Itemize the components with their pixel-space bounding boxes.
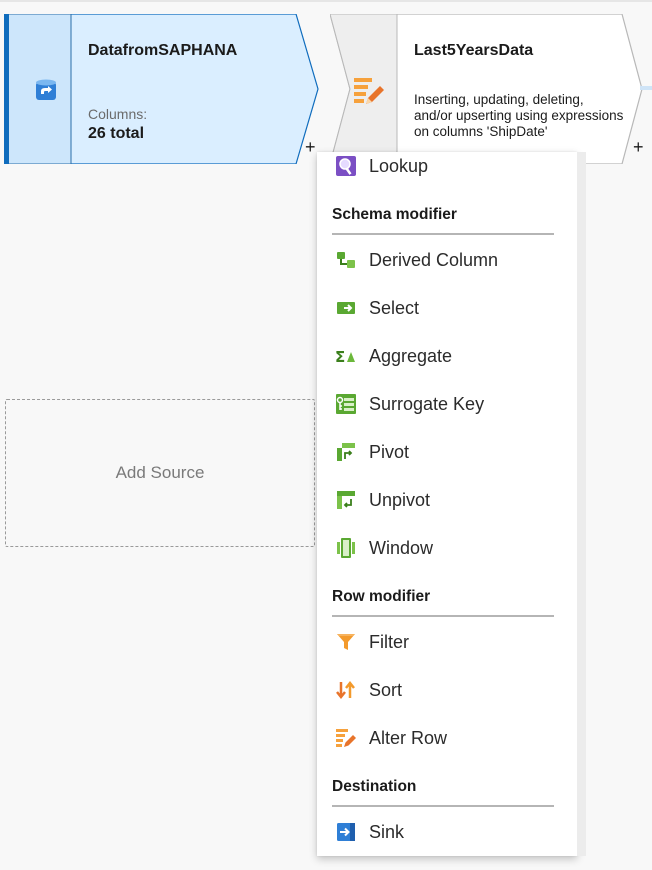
menu-item-sink[interactable]: Sink — [317, 812, 577, 852]
menu-item-label: Sink — [369, 821, 405, 842]
pivot-icon — [335, 441, 357, 463]
columns-count: 26 total — [88, 125, 145, 142]
menu-item-surrogate-key[interactable]: Surrogate Key — [317, 384, 577, 424]
menu-item-pivot[interactable]: Pivot — [317, 432, 577, 472]
menu-item-sort[interactable]: Sort — [317, 670, 577, 710]
menu-item-select[interactable]: Select — [317, 288, 577, 328]
sink-icon — [335, 821, 357, 843]
surrogate-key-icon — [335, 393, 357, 415]
menu-item-label: Pivot — [369, 441, 410, 462]
source-node-title: DatafromSAPHANA — [88, 42, 238, 59]
menu-item-label: Unpivot — [369, 489, 431, 510]
transform-node-last5yearsdata[interactable]: Last5YearsData Inserting, updating, dele… — [330, 14, 646, 164]
canvas-top-border — [0, 0, 652, 2]
lookup-icon — [335, 155, 357, 177]
transform-menu: Lookup Schema modifier Derived Column Se… — [317, 152, 577, 856]
derived-column-icon — [335, 249, 357, 271]
select-icon — [335, 297, 357, 319]
unpivot-icon — [335, 489, 357, 511]
database-source-icon — [34, 78, 58, 102]
section-header-destination: Destination — [332, 778, 417, 795]
menu-item-label: Sort — [369, 679, 403, 700]
menu-item-filter[interactable]: Filter — [317, 622, 577, 662]
menu-item-label: Select — [369, 297, 420, 318]
section-divider — [332, 615, 554, 617]
add-source-button[interactable]: Add Source — [5, 399, 315, 547]
aggregate-icon: Σ — [335, 345, 357, 367]
source-node-datafromsaphana[interactable]: DatafromSAPHANA Columns: 26 total — [4, 14, 322, 164]
menu-item-alter-row[interactable]: Alter Row — [317, 718, 577, 758]
selected-accent-bar — [4, 14, 9, 164]
alter-row-node-icon — [352, 74, 386, 108]
section-divider — [332, 805, 554, 807]
filter-icon — [335, 631, 357, 653]
sort-icon — [335, 679, 357, 701]
menu-item-label: Surrogate Key — [369, 393, 485, 414]
section-header-row-modifier: Row modifier — [332, 588, 431, 605]
menu-item-lookup[interactable]: Lookup — [317, 146, 577, 186]
menu-item-label: Derived Column — [369, 249, 499, 270]
menu-item-window[interactable]: Window — [317, 528, 577, 568]
window-icon — [335, 537, 357, 559]
menu-item-label: Filter — [369, 631, 409, 652]
menu-item-derived-column[interactable]: Derived Column — [317, 240, 577, 280]
columns-label: Columns: — [88, 106, 148, 122]
add-transform-button-alter-row[interactable]: + — [633, 138, 644, 156]
alter-row-icon — [335, 727, 357, 749]
menu-scrollbar[interactable] — [577, 152, 586, 856]
menu-item-label: Window — [369, 537, 434, 558]
menu-item-unpivot[interactable]: Unpivot — [317, 480, 577, 520]
menu-item-label: Aggregate — [369, 345, 453, 366]
menu-item-label: Alter Row — [369, 727, 448, 748]
connector-edge — [640, 86, 652, 90]
transform-node-title: Last5YearsData — [414, 42, 534, 59]
section-header-schema-modifier: Schema modifier — [332, 206, 457, 223]
section-divider — [332, 233, 554, 235]
svg-text:Σ: Σ — [335, 348, 345, 366]
menu-item-aggregate[interactable]: Σ Aggregate — [317, 336, 577, 376]
add-transform-button-source[interactable]: + — [305, 138, 316, 156]
menu-item-label: Lookup — [369, 155, 429, 176]
